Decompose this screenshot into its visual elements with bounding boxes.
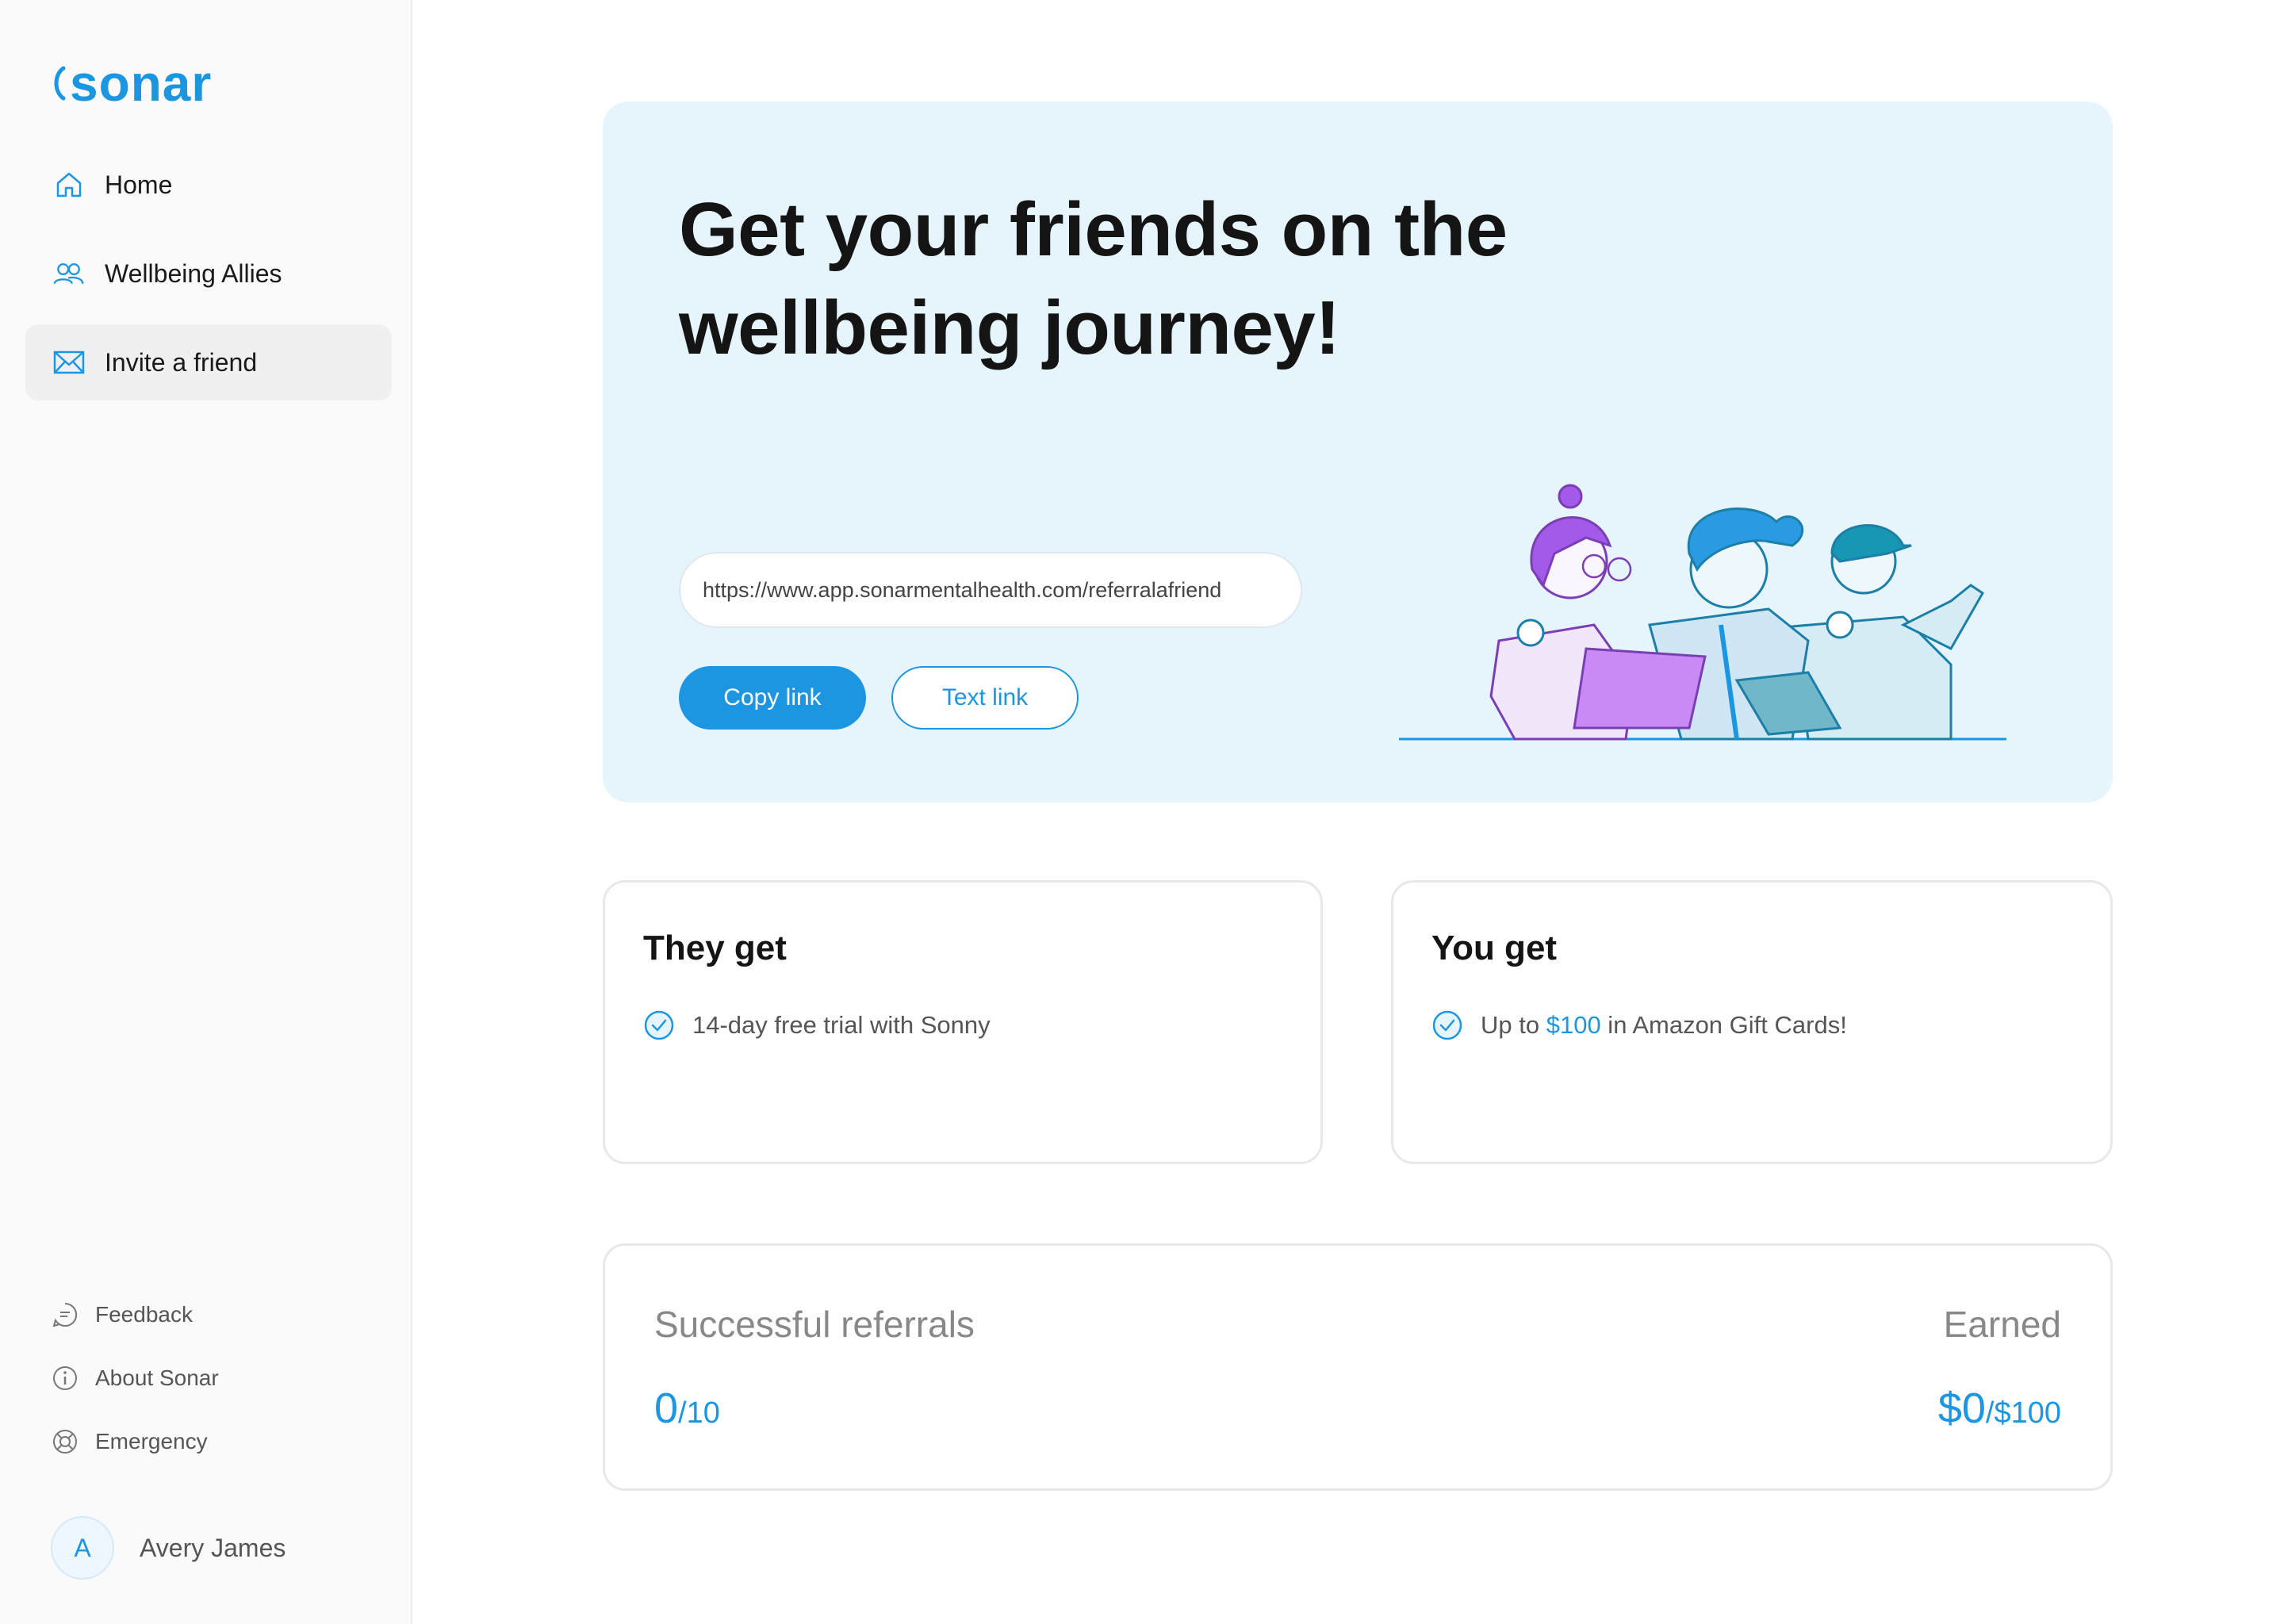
referrals-count: 0 — [654, 1385, 679, 1432]
about-label: About Sonar — [95, 1365, 219, 1390]
users-icon — [52, 257, 86, 290]
earned-amount: $0 — [1937, 1385, 1986, 1432]
they-get-title: They get — [643, 929, 787, 967]
referral-link-field[interactable]: https://www.app.sonarmentalhealth.com/re… — [679, 552, 1302, 628]
page-title: Get your friends on the wellbeing journe… — [679, 187, 1508, 370]
sonar-wave-icon — [54, 66, 66, 101]
copy-link-button[interactable]: Copy link — [679, 666, 866, 730]
text-link-button[interactable]: Text link — [891, 666, 1079, 730]
referral-stats-card: Successful referrals 0 /10 Earned $0 /$1… — [603, 1243, 2113, 1491]
referrals-total: /10 — [678, 1396, 720, 1430]
info-icon — [51, 1364, 79, 1392]
friends-illustration — [1399, 484, 2006, 741]
feedback-label: Feedback — [95, 1302, 193, 1327]
about-link[interactable]: About Sonar — [51, 1346, 219, 1410]
nav-label-invite-a-friend: Invite a friend — [105, 347, 258, 377]
earned-label: Earned — [1943, 1304, 2061, 1345]
sidebar: sonar Home Wellbeing Allies Invite a fri… — [0, 0, 412, 1624]
logo-text: sonar — [70, 55, 213, 112]
you-get-card: You get Up to $100 in Amazon Gift Cards! — [1391, 880, 2113, 1164]
home-icon — [52, 168, 86, 201]
nav-item-home[interactable]: Home — [25, 147, 392, 223]
earned-total: /$100 — [1985, 1396, 2061, 1430]
referrals-value: 0 /10 — [654, 1384, 720, 1433]
main-nav: Home Wellbeing Allies Invite a friend — [25, 147, 392, 413]
check-circle-icon — [1432, 1010, 1462, 1040]
you-get-amount: $100 — [1546, 1011, 1601, 1039]
feedback-link[interactable]: Feedback — [51, 1283, 219, 1346]
you-get-suffix: in Amazon Gift Cards! — [1600, 1011, 1847, 1039]
invite-hero: Get your friends on the wellbeing journe… — [603, 102, 2113, 802]
you-get-text: Up to $100 in Amazon Gift Cards! — [1481, 1011, 1847, 1040]
avatar: A — [51, 1516, 114, 1580]
they-get-text: 14-day free trial with Sonny — [692, 1011, 991, 1039]
emergency-link[interactable]: Emergency — [51, 1410, 219, 1473]
user-profile[interactable]: A Avery James — [51, 1516, 286, 1580]
nav-item-invite-a-friend[interactable]: Invite a friend — [25, 324, 392, 400]
user-name: Avery James — [140, 1533, 286, 1562]
nav-label-wellbeing-allies: Wellbeing Allies — [105, 259, 282, 288]
they-get-item: 14-day free trial with Sonny — [643, 1009, 991, 1041]
mail-icon — [52, 346, 86, 379]
they-get-card: They get 14-day free trial with Sonny — [603, 880, 1323, 1164]
check-circle-icon — [644, 1010, 674, 1040]
you-get-item: Up to $100 in Amazon Gift Cards! — [1431, 1009, 1847, 1041]
emergency-label: Emergency — [95, 1429, 208, 1454]
referrals-label: Successful referrals — [654, 1304, 975, 1345]
nav-item-wellbeing-allies[interactable]: Wellbeing Allies — [25, 236, 392, 312]
secondary-links: Feedback About Sonar Emergency — [51, 1283, 219, 1473]
you-get-prefix: Up to — [1481, 1011, 1546, 1039]
you-get-title: You get — [1431, 929, 1558, 967]
sonar-logo[interactable]: sonar — [51, 56, 212, 111]
lifebuoy-icon — [51, 1427, 79, 1456]
nav-label-home: Home — [105, 170, 173, 199]
chat-icon — [51, 1300, 79, 1329]
earned-value: $0 /$100 — [1938, 1384, 2061, 1433]
